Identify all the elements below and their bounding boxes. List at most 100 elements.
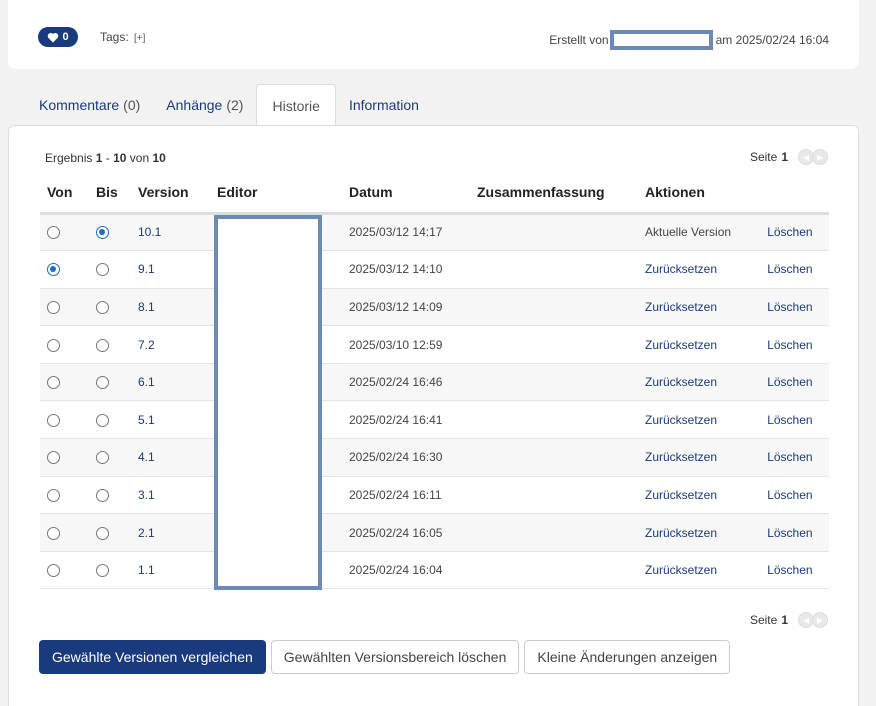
table-row: 7.2 2025/03/10 12:59 Zurücksetzen Lösche… <box>40 325 829 364</box>
tags: Tags: [+] <box>100 30 145 44</box>
tab-comments[interactable]: Kommentare (0) <box>26 84 153 126</box>
delete-link[interactable]: Löschen <box>767 488 812 502</box>
revert-link[interactable]: Zurücksetzen <box>645 413 717 427</box>
date-cell: 2025/02/24 16:46 <box>349 375 443 390</box>
tab-bar: Kommentare (0) Anhänge (2) Historie Info… <box>26 84 432 126</box>
version-link[interactable]: 6.1 <box>138 375 155 389</box>
tags-label: Tags: <box>100 30 129 44</box>
delete-link[interactable]: Löschen <box>767 375 812 389</box>
summary-cell <box>470 288 638 327</box>
revert-link[interactable]: Zurücksetzen <box>645 526 717 540</box>
date-cell: 2025/02/24 16:41 <box>349 412 443 427</box>
result-summary: Ergebnis 1 - 10 von 10 <box>45 151 166 165</box>
to-radio[interactable] <box>96 451 109 465</box>
delete-link[interactable]: Löschen <box>767 413 812 427</box>
from-radio[interactable] <box>47 413 60 427</box>
result-total: 10 <box>152 151 166 165</box>
summary-cell <box>470 438 638 477</box>
table-row: 5.1 2025/02/24 16:41 Zurücksetzen Lösche… <box>40 400 829 440</box>
from-radio[interactable] <box>47 300 60 314</box>
pager-page: 1 <box>781 150 788 164</box>
col-date: Datum <box>342 173 470 215</box>
to-radio[interactable] <box>96 226 109 240</box>
col-version: Version <box>131 173 210 215</box>
pager-label: Seite <box>749 613 778 627</box>
date-cell: 2025/03/12 14:10 <box>349 262 443 277</box>
revert-link[interactable]: Zurücksetzen <box>645 262 717 276</box>
tab-attachments[interactable]: Anhänge (2) <box>153 84 256 126</box>
result-dash: - <box>105 151 110 165</box>
from-radio[interactable] <box>47 488 60 502</box>
from-radio[interactable] <box>47 226 60 240</box>
action-buttons: Gewählte Versionen vergleichen Gewählten… <box>39 640 731 674</box>
compare-versions-button[interactable]: Gewählte Versionen vergleichen <box>39 640 266 674</box>
revert-link[interactable]: Zurücksetzen <box>645 563 717 577</box>
version-link[interactable]: 10.1 <box>138 225 161 239</box>
delete-link[interactable]: Löschen <box>767 262 812 276</box>
revert-link[interactable]: Zurücksetzen <box>645 338 717 352</box>
table-header-row: Von Bis Version Editor Datum Zusammenfas… <box>40 173 829 215</box>
to-radio[interactable] <box>96 263 109 277</box>
tab-count: (2) <box>226 97 244 113</box>
version-link[interactable]: 3.1 <box>138 488 155 502</box>
table-row: 1.1 2025/02/24 16:04 Zurücksetzen Lösche… <box>40 551 829 590</box>
redacted-editor-column <box>214 215 322 590</box>
summary-cell <box>470 250 638 289</box>
to-radio[interactable] <box>96 338 109 352</box>
tab-label: Information <box>348 97 419 113</box>
chevron-right-icon[interactable]: ▶ <box>812 612 828 628</box>
show-minor-changes-button[interactable]: Kleine Änderungen anzeigen <box>524 640 731 674</box>
summary-cell <box>470 400 638 440</box>
delete-link[interactable]: Löschen <box>767 563 812 577</box>
version-link[interactable]: 5.1 <box>138 413 155 427</box>
pager-label: Seite <box>749 150 778 164</box>
chevron-right-icon[interactable]: ▶ <box>812 149 828 165</box>
col-summary: Zusammenfassung <box>470 173 638 215</box>
delete-link[interactable]: Löschen <box>767 450 812 464</box>
revert-link[interactable]: Zurücksetzen <box>645 375 717 389</box>
summary-cell <box>470 363 638 402</box>
created-info: Erstellt von am 2025/02/24 16:04 <box>549 30 829 50</box>
to-radio[interactable] <box>96 376 109 390</box>
delete-link[interactable]: Löschen <box>767 300 812 314</box>
tab-count: (0) <box>123 97 141 113</box>
pager-top: Seite 1 ◀ ▶ <box>750 149 828 165</box>
to-radio[interactable] <box>96 564 109 578</box>
likes-badge[interactable]: 0 <box>38 27 78 47</box>
to-radio[interactable] <box>96 526 109 540</box>
date-cell: 2025/02/24 16:04 <box>349 563 443 578</box>
revert-link[interactable]: Zurücksetzen <box>645 450 717 464</box>
revert-link[interactable]: Zurücksetzen <box>645 488 717 502</box>
table-row: 4.1 2025/02/24 16:30 Zurücksetzen Lösche… <box>40 438 829 477</box>
version-link[interactable]: 2.1 <box>138 526 155 540</box>
result-of: von <box>129 151 150 165</box>
from-radio[interactable] <box>47 451 60 465</box>
summary-cell <box>470 325 638 364</box>
tab-information[interactable]: Information <box>336 84 432 126</box>
delete-version-range-button[interactable]: Gewählten Versionsbereich löschen <box>270 640 520 674</box>
to-radio[interactable] <box>96 300 109 314</box>
version-link[interactable]: 4.1 <box>138 450 155 464</box>
date-cell: 2025/03/12 14:17 <box>349 225 443 240</box>
revert-link[interactable]: Zurücksetzen <box>645 300 717 314</box>
delete-link[interactable]: Löschen <box>767 225 812 239</box>
version-link[interactable]: 9.1 <box>138 262 155 276</box>
tab-history[interactable]: Historie <box>256 84 336 126</box>
from-radio[interactable] <box>47 338 60 352</box>
from-radio[interactable] <box>47 526 60 540</box>
version-link[interactable]: 8.1 <box>138 300 155 314</box>
add-tag-link[interactable]: [+] <box>134 33 145 44</box>
from-radio[interactable] <box>47 263 60 277</box>
date-cell: 2025/02/24 16:30 <box>349 450 443 465</box>
version-link[interactable]: 1.1 <box>138 563 155 577</box>
version-link[interactable]: 7.2 <box>138 338 155 352</box>
to-radio[interactable] <box>96 488 109 502</box>
to-radio[interactable] <box>96 413 109 427</box>
summary-cell <box>470 213 638 252</box>
pager-bottom: Seite 1 ◀ ▶ <box>750 612 828 628</box>
delete-link[interactable]: Löschen <box>767 526 812 540</box>
from-radio[interactable] <box>47 376 60 390</box>
table-row: 9.1 2025/03/12 14:10 Zurücksetzen Lösche… <box>40 250 829 289</box>
delete-link[interactable]: Löschen <box>767 338 812 352</box>
from-radio[interactable] <box>47 564 60 578</box>
